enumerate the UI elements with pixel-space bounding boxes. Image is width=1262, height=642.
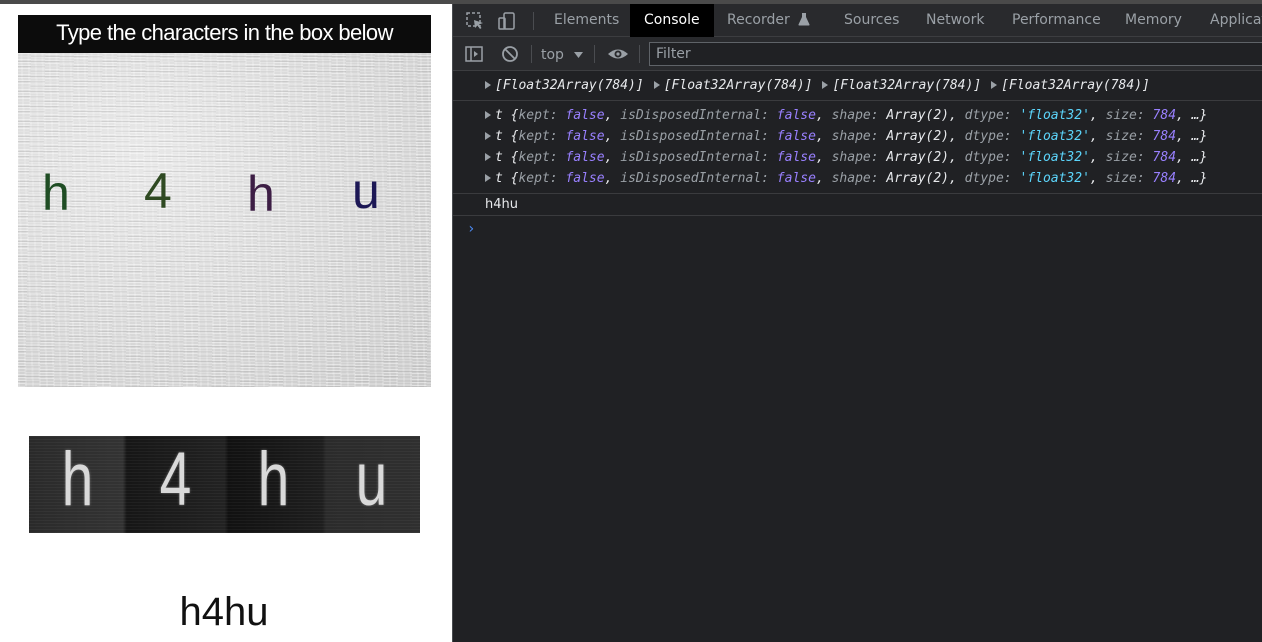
- expand-triangle-icon: [485, 174, 491, 182]
- float-array-item[interactable]: [Float32Array(784)]: [822, 78, 981, 93]
- console-log-entry: t {kept: false, isDisposedInternal: fals…: [453, 101, 1262, 194]
- captcha-background: h 4 h u: [18, 53, 431, 387]
- inspect-element-icon[interactable]: [465, 11, 485, 31]
- toolbar-divider: [639, 45, 640, 63]
- console-output: [Float32Array(784)] [Float32Array(784)] [F…: [453, 72, 1262, 242]
- captcha-char: 4: [144, 163, 172, 219]
- float-array-item[interactable]: [Float32Array(784)]: [485, 78, 644, 93]
- processed-char: u: [355, 437, 388, 522]
- device-toolbar-icon[interactable]: [497, 11, 517, 31]
- captcha-char: h: [42, 165, 70, 221]
- toolbar-divider: [594, 45, 595, 63]
- context-selector[interactable]: top: [541, 44, 584, 64]
- expand-triangle-icon: [485, 132, 491, 140]
- tab-memory[interactable]: Memory: [1125, 4, 1182, 37]
- processed-captcha-image: h 4 h u: [29, 436, 420, 533]
- flask-icon: [798, 6, 810, 39]
- toolbar-divider: [531, 45, 532, 63]
- tab-sources[interactable]: Sources: [844, 4, 899, 37]
- tensor-log-line[interactable]: t {kept: false, isDisposedInternal: fals…: [453, 105, 1262, 126]
- float-array-item[interactable]: [Float32Array(784)]: [653, 78, 812, 93]
- float-array-item[interactable]: [Float32Array(784)]: [991, 78, 1150, 93]
- live-expression-eye-icon[interactable]: [606, 44, 630, 64]
- dropdown-arrow-icon: [574, 44, 584, 64]
- context-value: top: [541, 47, 564, 63]
- prediction-result: h4hu: [179, 590, 269, 634]
- captcha-char: h: [247, 166, 275, 222]
- tab-console[interactable]: Console: [630, 4, 714, 37]
- expand-triangle-icon: [653, 81, 660, 89]
- tab-recorder[interactable]: Recorder: [727, 4, 810, 37]
- expand-triangle-icon: [822, 81, 829, 89]
- sidebar-toggle-icon[interactable]: [464, 44, 484, 64]
- captcha-image: Type the characters in the box below h 4…: [18, 15, 431, 387]
- expand-triangle-icon: [485, 111, 491, 119]
- float-array-line: [Float32Array(784)] [Float32Array(784)] [F…: [453, 75, 1262, 96]
- tab-elements[interactable]: Elements: [554, 4, 619, 37]
- clear-console-icon[interactable]: [500, 44, 520, 64]
- tab-performance[interactable]: Performance: [1012, 4, 1101, 37]
- tensor-log-line[interactable]: t {kept: false, isDisposedInternal: fals…: [453, 147, 1262, 168]
- expand-triangle-icon: [485, 153, 491, 161]
- devtools-panel: Elements Console Recorder Sources Networ…: [452, 4, 1262, 642]
- processed-char: h: [61, 437, 94, 522]
- devtools-tabbar: Elements Console Recorder Sources Networ…: [453, 4, 1262, 37]
- tab-network[interactable]: Network: [926, 4, 984, 37]
- toolbar-divider: [533, 12, 534, 30]
- tab-recorder-label: Recorder: [727, 12, 790, 28]
- expand-triangle-icon: [991, 81, 998, 89]
- captcha-char: u: [352, 163, 380, 219]
- tensor-log-line[interactable]: t {kept: false, isDisposedInternal: fals…: [453, 168, 1262, 189]
- tensor-log-line[interactable]: t {kept: false, isDisposedInternal: fals…: [453, 126, 1262, 147]
- console-prompt[interactable]: ›: [453, 216, 1262, 242]
- web-page: Type the characters in the box below h 4…: [0, 4, 452, 642]
- console-log-entry: [Float32Array(784)] [Float32Array(784)] [F…: [453, 72, 1262, 101]
- console-toolbar: top: [453, 37, 1262, 71]
- processed-char: 4: [159, 437, 192, 522]
- tab-application[interactable]: Applicat: [1210, 4, 1262, 37]
- processed-char: h: [257, 437, 290, 522]
- expand-triangle-icon: [485, 81, 491, 89]
- console-output-text: h4hu: [453, 194, 1262, 216]
- prompt-chevron-icon: ›: [467, 221, 476, 237]
- captcha-title: Type the characters in the box below: [18, 15, 431, 53]
- console-filter-input[interactable]: [649, 42, 1262, 66]
